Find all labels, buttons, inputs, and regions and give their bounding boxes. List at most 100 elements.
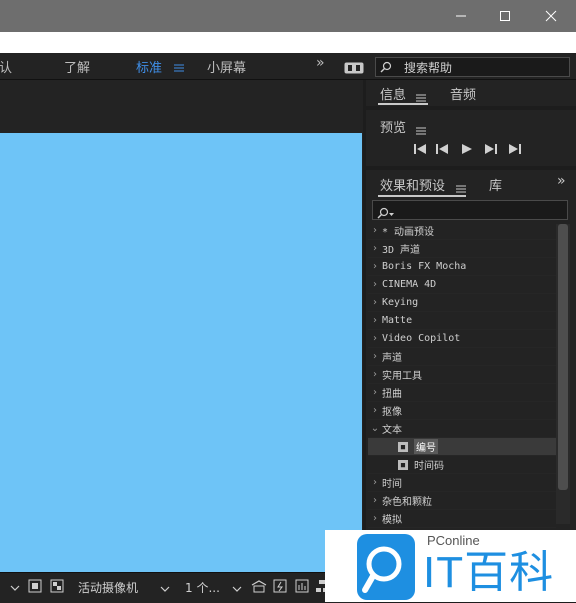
chevron-right-icon[interactable]: › xyxy=(368,261,382,272)
effect-label: 3D 声道 xyxy=(382,245,421,256)
tab-info[interactable]: 信息 xyxy=(380,84,406,103)
effect-category[interactable]: › CINEMA 4D xyxy=(368,276,556,294)
effect-label: 实用工具 xyxy=(382,371,422,382)
watermark-brand-large: IT百科 xyxy=(423,548,555,597)
chevron-right-icon[interactable]: › xyxy=(368,495,382,506)
workspace-standard[interactable]: 标准 xyxy=(136,57,162,76)
effect-label: Keying xyxy=(382,297,419,308)
more-workspaces-icon[interactable]: » xyxy=(316,55,325,71)
chevron-right-icon[interactable]: › xyxy=(368,513,382,524)
effect-category[interactable]: › Matte xyxy=(368,312,556,330)
close-icon[interactable] xyxy=(528,0,574,32)
workspace-default[interactable]: 默认 xyxy=(0,57,12,76)
watermark-logo-icon xyxy=(357,534,415,600)
effect-label: * 动画预设 xyxy=(382,227,435,238)
menu-bar xyxy=(0,32,576,53)
window-titlebar xyxy=(0,0,576,32)
effect-label: 模拟 xyxy=(382,515,402,526)
chevron-right-icon[interactable]: › xyxy=(368,333,382,344)
panel-menu-icon[interactable] xyxy=(416,121,426,140)
effect-category[interactable]: › 抠像 xyxy=(368,402,556,420)
effect-item[interactable]: ■ 编号 xyxy=(368,438,556,456)
search-help-placeholder: 搜索帮助 xyxy=(404,61,453,75)
fast-preview-icon[interactable] xyxy=(273,579,287,596)
watermark-brand-small: PConline xyxy=(427,533,480,548)
workspace-menu-icon[interactable] xyxy=(174,58,184,77)
chevron-down-icon[interactable] xyxy=(10,581,20,595)
effect-category[interactable]: › Video Copilot xyxy=(368,330,556,348)
effect-label: 时间码 xyxy=(414,461,444,472)
chevron-right-icon[interactable]: › xyxy=(368,243,382,254)
last-frame-icon[interactable] xyxy=(509,144,521,157)
composition-viewer xyxy=(0,80,363,572)
effects-list: › * 动画预设 › 3D 声道 › Boris FX Mocha › CINEMA 4D › K… xyxy=(368,222,556,530)
chevron-down-icon[interactable] xyxy=(160,582,170,596)
effect-category[interactable]: › 3D 声道 xyxy=(368,240,556,258)
info-audio-panel: 信息 音频 xyxy=(366,80,576,106)
chevron-right-icon[interactable]: › xyxy=(368,369,382,380)
tab-effects-underline xyxy=(378,195,466,197)
transparency-grid-icon[interactable] xyxy=(50,579,64,596)
workspace-toggle-icon[interactable] xyxy=(344,59,364,78)
tab-info-underline xyxy=(378,103,428,105)
next-frame-icon[interactable] xyxy=(485,144,497,157)
scrollbar-thumb[interactable] xyxy=(558,224,568,490)
camera-dropdown[interactable]: 活动摄像机 xyxy=(78,579,138,596)
effect-category[interactable]: › Boris FX Mocha xyxy=(368,258,556,276)
effect-label: Video Copilot xyxy=(382,333,461,344)
effect-label: 杂色和颗粒 xyxy=(382,497,432,508)
first-frame-icon[interactable] xyxy=(414,144,426,157)
effect-label: CINEMA 4D xyxy=(382,279,437,290)
effect-category[interactable]: › 模拟 xyxy=(368,510,556,528)
preset-icon: ■ xyxy=(398,441,408,452)
previous-frame-icon[interactable] xyxy=(436,144,448,157)
preview-title: 预览 xyxy=(380,121,407,136)
more-panels-icon[interactable]: » xyxy=(557,173,566,189)
effect-category[interactable]: › 时间 xyxy=(368,474,556,492)
composition-canvas[interactable] xyxy=(0,133,362,572)
workspace-small-screen[interactable]: 小屏幕 xyxy=(207,57,246,76)
effect-category[interactable]: ⌄ 文本 xyxy=(368,420,556,438)
effect-category[interactable]: › 声道 xyxy=(368,348,556,366)
workspace-learn[interactable]: 了解 xyxy=(64,57,90,76)
reset-exposure-icon[interactable] xyxy=(251,579,267,596)
search-icon xyxy=(380,61,392,76)
views-dropdown[interactable]: 1 个... xyxy=(185,579,220,596)
effect-label: 声道 xyxy=(382,353,402,364)
effect-label: 时间 xyxy=(382,479,402,490)
chevron-right-icon[interactable]: › xyxy=(368,477,382,488)
effect-label: Matte xyxy=(382,315,413,326)
search-icon xyxy=(377,204,395,223)
effects-list-scrollbar[interactable] xyxy=(556,224,570,524)
effect-label: 文本 xyxy=(382,425,402,436)
search-help-input[interactable]: 搜索帮助 xyxy=(375,57,570,77)
tab-library[interactable]: 库 xyxy=(489,175,502,194)
region-of-interest-icon[interactable] xyxy=(28,579,42,596)
effects-search-input[interactable] xyxy=(372,200,568,220)
effect-category[interactable]: › 实用工具 xyxy=(368,366,556,384)
chevron-down-icon[interactable] xyxy=(232,582,242,596)
timeline-icon[interactable] xyxy=(295,579,309,596)
minimize-icon[interactable] xyxy=(438,0,484,32)
effect-label: 编号 xyxy=(414,439,438,454)
maximize-icon[interactable] xyxy=(482,0,528,32)
effect-category[interactable]: › 杂色和颗粒 xyxy=(368,492,556,510)
chevron-right-icon[interactable]: › xyxy=(368,387,382,398)
chevron-right-icon[interactable]: › xyxy=(368,297,382,308)
effect-category[interactable]: › 扭曲 xyxy=(368,384,556,402)
viewer-controls-bar: 活动摄像机 1 个... xyxy=(0,572,364,603)
chevron-right-icon[interactable]: › xyxy=(368,279,382,290)
effect-item[interactable]: ■ 时间码 xyxy=(368,456,556,474)
chevron-down-icon[interactable]: ⌄ xyxy=(368,423,382,434)
chevron-right-icon[interactable]: › xyxy=(368,351,382,362)
effect-label: Boris FX Mocha xyxy=(382,261,467,272)
tab-audio[interactable]: 音频 xyxy=(450,84,476,103)
play-icon[interactable] xyxy=(462,144,472,157)
effect-category[interactable]: › * 动画预设 xyxy=(368,222,556,240)
chevron-right-icon[interactable]: › xyxy=(368,225,382,236)
preview-panel: 预览 xyxy=(366,110,576,166)
tab-effects-presets[interactable]: 效果和预设 xyxy=(380,175,445,194)
chevron-right-icon[interactable]: › xyxy=(368,405,382,416)
effect-category[interactable]: › Keying xyxy=(368,294,556,312)
chevron-right-icon[interactable]: › xyxy=(368,315,382,326)
